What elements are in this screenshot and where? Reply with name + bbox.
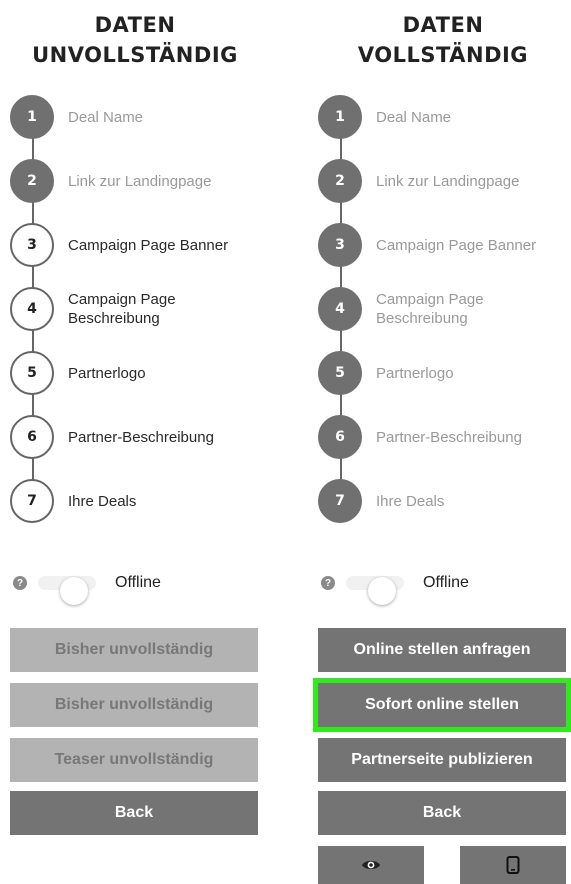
publish-now-button[interactable]: Sofort online stellen (313, 678, 571, 732)
step-item-partner-description[interactable]: 6 Partner-Beschreibung (318, 415, 571, 459)
step-number: 2 (10, 159, 54, 203)
step-number: 2 (318, 159, 362, 203)
step-label: Campaign Page Beschreibung (68, 291, 176, 327)
teaser-incomplete-button[interactable]: Teaser unvollständig (10, 738, 258, 782)
step-list: 1 Deal Name 2 Link zur Landingpage 3 Cam… (318, 95, 571, 535)
online-toggle-switch[interactable] (38, 576, 96, 605)
step-label: Partner-Beschreibung (68, 428, 214, 446)
step-label: Campaign Page Banner (68, 236, 229, 254)
toggle-status-label: Offline (423, 574, 469, 591)
step-item-campaign-description[interactable]: 4 Campaign Page Beschreibung (318, 287, 571, 331)
toggle-knob[interactable] (60, 577, 88, 605)
step-number: 4 (10, 287, 54, 331)
step-item-partnerlogo[interactable]: 5 Partnerlogo (10, 351, 270, 395)
step-item-landingpage-link[interactable]: 2 Link zur Landingpage (318, 159, 571, 203)
step-item-partnerlogo[interactable]: 5 Partnerlogo (318, 351, 571, 395)
step-label: Partner-Beschreibung (376, 428, 522, 446)
step-number: 4 (318, 287, 362, 331)
request-online-button[interactable]: Online stellen anfragen (318, 628, 566, 672)
step-label: Link zur Landingpage (68, 172, 212, 190)
step-item-campaign-banner[interactable]: 3 Campaign Page Banner (318, 223, 571, 267)
step-item-partner-description[interactable]: 6 Partner-Beschreibung (10, 415, 270, 459)
column-incomplete: DATEN UNVOLLSTÄNDIG 1 Deal Name 2 Link z… (10, 0, 270, 884)
incomplete-status-button-2[interactable]: Bisher unvollständig (10, 683, 258, 727)
step-number: 3 (10, 223, 54, 267)
step-label: Partnerlogo (68, 364, 146, 382)
title-line-2: UNVOLLSTÄNDIG (32, 43, 238, 67)
mobile-preview-button[interactable] (460, 846, 566, 884)
step-number: 6 (318, 415, 362, 459)
step-item-deals[interactable]: 7 Ihre Deals (318, 479, 571, 523)
step-label: Link zur Landingpage (376, 172, 520, 190)
step-number: 1 (10, 95, 54, 139)
step-label: Ihre Deals (376, 492, 445, 510)
eye-icon (362, 860, 380, 870)
incomplete-status-button[interactable]: Bisher unvollständig (10, 628, 258, 672)
step-number: 5 (10, 351, 54, 395)
title-line-1: DATEN (402, 13, 484, 37)
help-icon[interactable]: ? (13, 576, 27, 590)
publish-partner-page-button[interactable]: Partnerseite publizieren (318, 738, 566, 782)
help-icon[interactable]: ? (321, 576, 335, 590)
step-number: 7 (10, 479, 54, 523)
step-label: Partnerlogo (376, 364, 454, 382)
step-item-deal-name[interactable]: 1 Deal Name (10, 95, 270, 139)
column-title: DATEN UNVOLLSTÄNDIG (10, 10, 260, 70)
step-item-campaign-banner[interactable]: 3 Campaign Page Banner (10, 223, 270, 267)
step-label: Deal Name (376, 108, 452, 126)
step-number: 6 (10, 415, 54, 459)
step-item-campaign-description[interactable]: 4 Campaign Page Beschreibung (10, 287, 270, 331)
step-number: 5 (318, 351, 362, 395)
step-label: Campaign Page Beschreibung (376, 291, 484, 327)
toggle-knob[interactable] (368, 577, 396, 605)
mobile-phone-icon (506, 856, 520, 874)
step-item-landingpage-link[interactable]: 2 Link zur Landingpage (10, 159, 270, 203)
step-list: 1 Deal Name 2 Link zur Landingpage 3 Cam… (10, 95, 270, 535)
online-toggle-row: ? Offline (318, 568, 568, 605)
toggle-status-label: Offline (115, 574, 161, 591)
back-button[interactable]: Back (10, 791, 258, 835)
online-toggle-row: ? Offline (10, 568, 260, 605)
step-item-deals[interactable]: 7 Ihre Deals (10, 479, 270, 523)
step-number: 1 (318, 95, 362, 139)
step-label: Campaign Page Banner (376, 236, 537, 254)
title-line-1: DATEN (94, 13, 176, 37)
column-title: DATEN VOLLSTÄNDIG (318, 10, 568, 70)
step-label: Ihre Deals (68, 492, 137, 510)
title-line-2: VOLLSTÄNDIG (357, 43, 529, 67)
back-button[interactable]: Back (318, 791, 566, 835)
online-toggle-switch[interactable] (346, 576, 404, 605)
step-number: 3 (318, 223, 362, 267)
step-number: 7 (318, 479, 362, 523)
preview-button[interactable] (318, 846, 424, 884)
step-item-deal-name[interactable]: 1 Deal Name (318, 95, 571, 139)
column-complete: DATEN VOLLSTÄNDIG 1 Deal Name 2 Link zur… (313, 0, 571, 884)
step-label: Deal Name (68, 108, 144, 126)
